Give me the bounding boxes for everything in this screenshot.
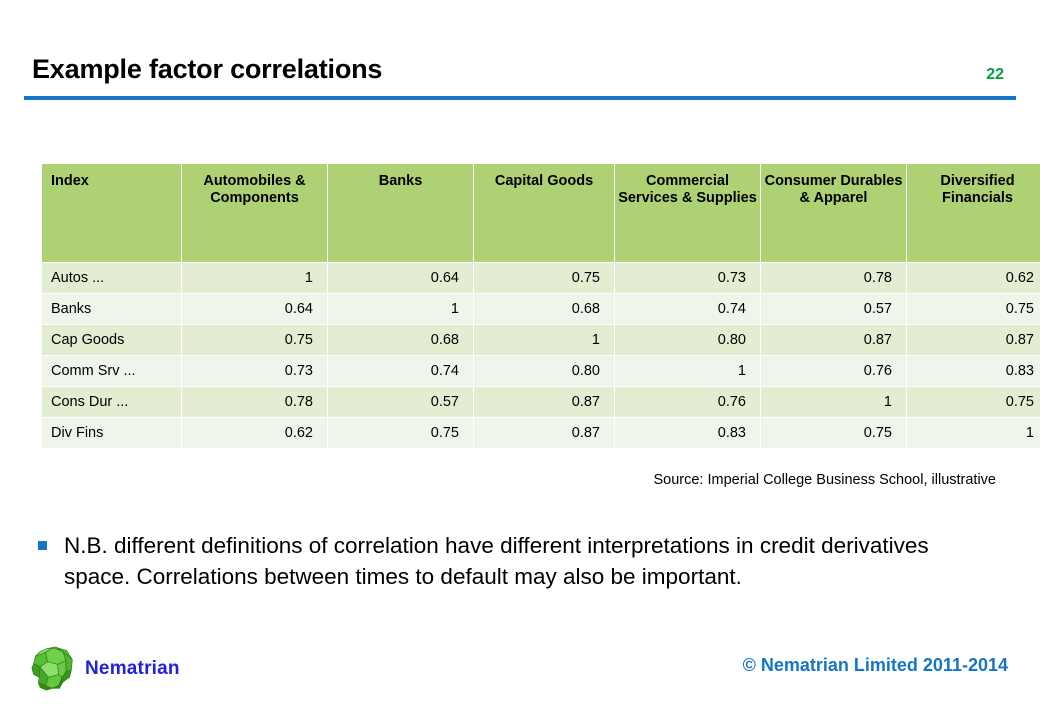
cell-value: 0.87 [761, 325, 906, 355]
cell-value: 1 [615, 356, 760, 386]
cell-value: 0.80 [615, 325, 760, 355]
cell-value: 0.76 [615, 387, 760, 417]
page-number: 22 [986, 66, 1004, 83]
source-note: Source: Imperial College Business School… [653, 472, 996, 488]
cell-value: 0.87 [474, 418, 614, 448]
cell-value: 0.74 [328, 356, 473, 386]
cell-value: 0.75 [474, 263, 614, 293]
cell-value: 1 [907, 418, 1040, 448]
cell-value: 0.73 [182, 356, 327, 386]
table-header-row: Index Automobiles & Components Banks Cap… [42, 164, 1040, 262]
table-row: Div Fins 0.62 0.75 0.87 0.83 0.75 1 [42, 418, 1040, 448]
cell-value: 0.73 [615, 263, 760, 293]
cell-value: 0.74 [615, 294, 760, 324]
table-row: Banks 0.64 1 0.68 0.74 0.57 0.75 [42, 294, 1040, 324]
table-row: Cap Goods 0.75 0.68 1 0.80 0.87 0.87 [42, 325, 1040, 355]
copyright-text: © Nematrian Limited 2011-2014 [742, 655, 1008, 675]
cell-value: 0.76 [761, 356, 906, 386]
cell-value: 1 [182, 263, 327, 293]
table-row: Comm Srv ... 0.73 0.74 0.80 1 0.76 0.83 [42, 356, 1040, 386]
nematrian-polyhedron-icon [30, 646, 76, 692]
cell-value: 0.75 [907, 387, 1040, 417]
bullet-square-icon [38, 541, 47, 550]
page-title: Example factor correlations [32, 54, 383, 84]
row-label: Cap Goods [42, 325, 181, 355]
body-content: N.B. different definitions of correlatio… [38, 530, 978, 592]
cell-value: 0.80 [474, 356, 614, 386]
cell-value: 0.83 [907, 356, 1040, 386]
column-header-commercial-services: Commercial Services & Supplies [615, 164, 760, 262]
row-label: Banks [42, 294, 181, 324]
cell-value: 0.75 [907, 294, 1040, 324]
row-label: Comm Srv ... [42, 356, 181, 386]
brand-name: Nematrian [85, 658, 180, 679]
cell-value: 0.87 [474, 387, 614, 417]
cell-value: 1 [474, 325, 614, 355]
cell-value: 0.75 [182, 325, 327, 355]
column-header-consumer-durables: Consumer Durables & Apparel [761, 164, 906, 262]
column-header-banks: Banks [328, 164, 473, 262]
row-label: Cons Dur ... [42, 387, 181, 417]
cell-value: 1 [328, 294, 473, 324]
row-label: Autos ... [42, 263, 181, 293]
cell-value: 0.62 [907, 263, 1040, 293]
cell-value: 0.64 [182, 294, 327, 324]
bullet-text: N.B. different definitions of correlatio… [64, 533, 929, 589]
list-item: N.B. different definitions of correlatio… [38, 530, 978, 592]
cell-value: 0.64 [328, 263, 473, 293]
cell-value: 0.57 [761, 294, 906, 324]
cell-value: 0.78 [182, 387, 327, 417]
cell-value: 0.78 [761, 263, 906, 293]
cell-value: 0.68 [474, 294, 614, 324]
correlation-matrix-table: Index Automobiles & Components Banks Cap… [41, 163, 1040, 449]
column-header-index: Index [42, 164, 181, 262]
brand-logo: Nematrian [30, 643, 290, 695]
column-header-automobiles: Automobiles & Components [182, 164, 327, 262]
table-row: Cons Dur ... 0.78 0.57 0.87 0.76 1 0.75 [42, 387, 1040, 417]
cell-value: 0.57 [328, 387, 473, 417]
cell-value: 0.75 [328, 418, 473, 448]
cell-value: 0.62 [182, 418, 327, 448]
column-header-diversified-financials: Diversified Financials [907, 164, 1040, 262]
table-row: Autos ... 1 0.64 0.75 0.73 0.78 0.62 [42, 263, 1040, 293]
cell-value: 0.75 [761, 418, 906, 448]
title-divider [24, 96, 1016, 100]
cell-value: 0.87 [907, 325, 1040, 355]
row-label: Div Fins [42, 418, 181, 448]
cell-value: 0.68 [328, 325, 473, 355]
cell-value: 1 [761, 387, 906, 417]
column-header-capital-goods: Capital Goods [474, 164, 614, 262]
cell-value: 0.83 [615, 418, 760, 448]
